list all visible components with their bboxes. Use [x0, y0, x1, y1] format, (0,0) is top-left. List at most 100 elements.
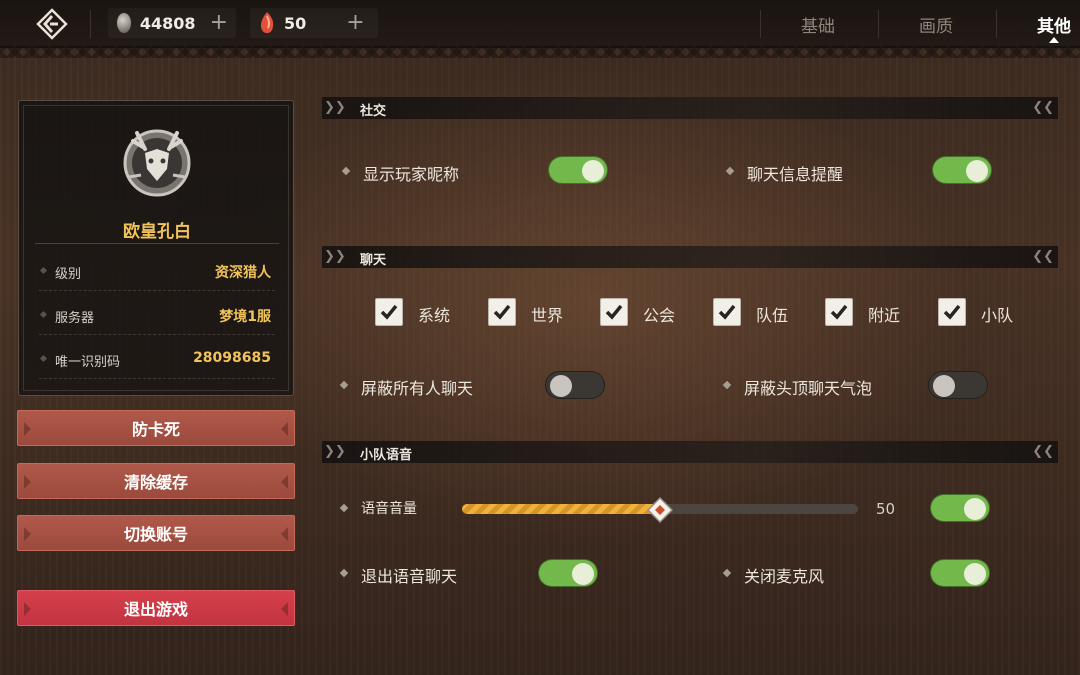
show-nickname-toggle[interactable] — [548, 156, 608, 184]
top-bar-trim — [0, 46, 1080, 58]
bullet-icon — [39, 354, 48, 363]
checkmark-icon — [718, 304, 736, 320]
clear-cache-button[interactable]: 清除缓存 — [17, 463, 295, 499]
block-all-toggle[interactable] — [545, 371, 605, 399]
checkmark-icon — [943, 304, 961, 320]
tab-divider — [996, 10, 997, 38]
section-header-chat: ❯❯ 聊天 ❮❮ — [322, 246, 1058, 268]
tab-divider — [760, 10, 761, 38]
checkmark-icon — [493, 304, 511, 320]
exit-game-label: 退出游戏 — [123, 600, 188, 619]
level-value: 资深猎人 — [215, 265, 271, 281]
tab-other[interactable]: 其他 — [1037, 12, 1071, 37]
mute-mic-label: 关闭麦克风 — [744, 567, 825, 586]
checkmark-icon — [830, 304, 848, 320]
toggle-knob — [964, 498, 986, 520]
silver-coin-icon — [116, 12, 132, 34]
chevron-right-icon — [281, 475, 288, 489]
bullet-icon — [39, 266, 48, 275]
block-all-label: 屏蔽所有人聊天 — [361, 379, 474, 398]
chevron-left-icon — [24, 602, 31, 616]
anti-freeze-label: 防卡死 — [131, 420, 180, 439]
channel-system-checkbox[interactable] — [375, 298, 403, 326]
exit-voice-toggle[interactable] — [538, 559, 598, 587]
chat-alert-label: 聊天信息提醒 — [747, 165, 844, 184]
add-gem-button[interactable]: + — [346, 12, 364, 34]
chevron-right-icon — [281, 422, 288, 436]
voice-enable-toggle[interactable] — [930, 494, 990, 522]
double-chevron-right-icon: ❯❯ — [324, 444, 346, 459]
toggle-knob — [933, 375, 955, 397]
level-label: 级别 — [55, 267, 82, 282]
channel-system-label: 系统 — [418, 306, 451, 325]
toggle-knob — [966, 160, 988, 182]
block-bubble-toggle[interactable] — [928, 371, 988, 399]
volume-slider-fill — [462, 504, 660, 514]
double-chevron-left-icon: ❮❮ — [1032, 100, 1054, 115]
channel-team-checkbox[interactable] — [713, 298, 741, 326]
exit-game-button[interactable]: 退出游戏 — [17, 590, 295, 626]
double-chevron-left-icon: ❮❮ — [1032, 444, 1054, 459]
channel-team-label: 队伍 — [756, 306, 789, 325]
exit-voice-label: 退出语音聊天 — [361, 567, 458, 586]
tab-basic[interactable]: 基础 — [801, 12, 835, 37]
channel-nearby-checkbox[interactable] — [825, 298, 853, 326]
checkmark-icon — [605, 304, 623, 320]
toggle-knob — [964, 563, 986, 585]
chevron-left-icon — [24, 422, 31, 436]
volume-label: 语音音量 — [361, 501, 417, 517]
player-name: 欧皇孔白 — [123, 222, 191, 242]
back-logo-icon[interactable] — [36, 8, 68, 40]
anti-freeze-button[interactable]: 防卡死 — [17, 410, 295, 446]
channel-squad-label: 小队 — [981, 306, 1014, 325]
profile-row-server: 服务器 梦境1服 — [39, 295, 275, 335]
channel-guild-label: 公会 — [643, 306, 676, 325]
switch-account-button[interactable]: 切换账号 — [17, 515, 295, 551]
add-silver-button[interactable]: + — [210, 12, 228, 34]
clear-cache-label: 清除缓存 — [123, 473, 188, 492]
double-chevron-right-icon: ❯❯ — [324, 100, 346, 115]
double-chevron-right-icon: ❯❯ — [324, 249, 346, 264]
tab-graphics[interactable]: 画质 — [919, 12, 953, 37]
channel-squad-checkbox[interactable] — [938, 298, 966, 326]
server-label: 服务器 — [55, 311, 95, 326]
active-tab-caret-icon — [1049, 37, 1059, 43]
profile-row-level: 级别 资深猎人 — [39, 251, 275, 291]
uid-label: 唯一识别码 — [55, 355, 121, 370]
profile-row-uid: 唯一识别码 28098685 — [39, 339, 275, 379]
chat-alert-toggle[interactable] — [932, 156, 992, 184]
chevron-right-icon — [281, 602, 288, 616]
volume-value: 50 — [876, 500, 896, 518]
profile-card: 欧皇孔白 级别 资深猎人 服务器 梦境1服 唯一识别码 28098685 — [18, 100, 294, 396]
server-value: 梦境1服 — [219, 309, 271, 325]
red-crystal-icon — [260, 12, 274, 33]
section-title-chat: 聊天 — [360, 253, 387, 268]
channel-guild-checkbox[interactable] — [600, 298, 628, 326]
toggle-knob — [550, 375, 572, 397]
checkmark-icon — [380, 304, 398, 320]
chevron-left-icon — [24, 527, 31, 541]
mute-mic-toggle[interactable] — [930, 559, 990, 587]
uid-value: 28098685 — [193, 350, 271, 366]
switch-account-label: 切换账号 — [123, 525, 188, 544]
channel-world-checkbox[interactable] — [488, 298, 516, 326]
volume-slider-thumb-icon[interactable] — [646, 496, 674, 524]
chevron-right-icon — [281, 527, 288, 541]
section-title-voice: 小队语音 — [360, 448, 413, 463]
silver-value: 44808 — [139, 13, 196, 33]
section-title-social: 社交 — [360, 104, 387, 119]
silver-currency: 44808 + — [108, 8, 236, 38]
show-nickname-label: 显示玩家昵称 — [363, 165, 460, 184]
channel-nearby-label: 附近 — [868, 306, 901, 325]
toggle-knob — [572, 563, 594, 585]
toggle-knob — [582, 160, 604, 182]
topbar-divider — [90, 10, 91, 38]
chevron-left-icon — [24, 475, 31, 489]
block-bubble-label: 屏蔽头顶聊天气泡 — [744, 379, 873, 398]
deer-emblem-icon — [123, 129, 191, 197]
gem-value: 50 — [284, 13, 307, 33]
tab-divider — [878, 10, 879, 38]
double-chevron-left-icon: ❮❮ — [1032, 249, 1054, 264]
channel-world-label: 世界 — [531, 306, 564, 325]
gem-currency: 50 + — [250, 8, 378, 38]
